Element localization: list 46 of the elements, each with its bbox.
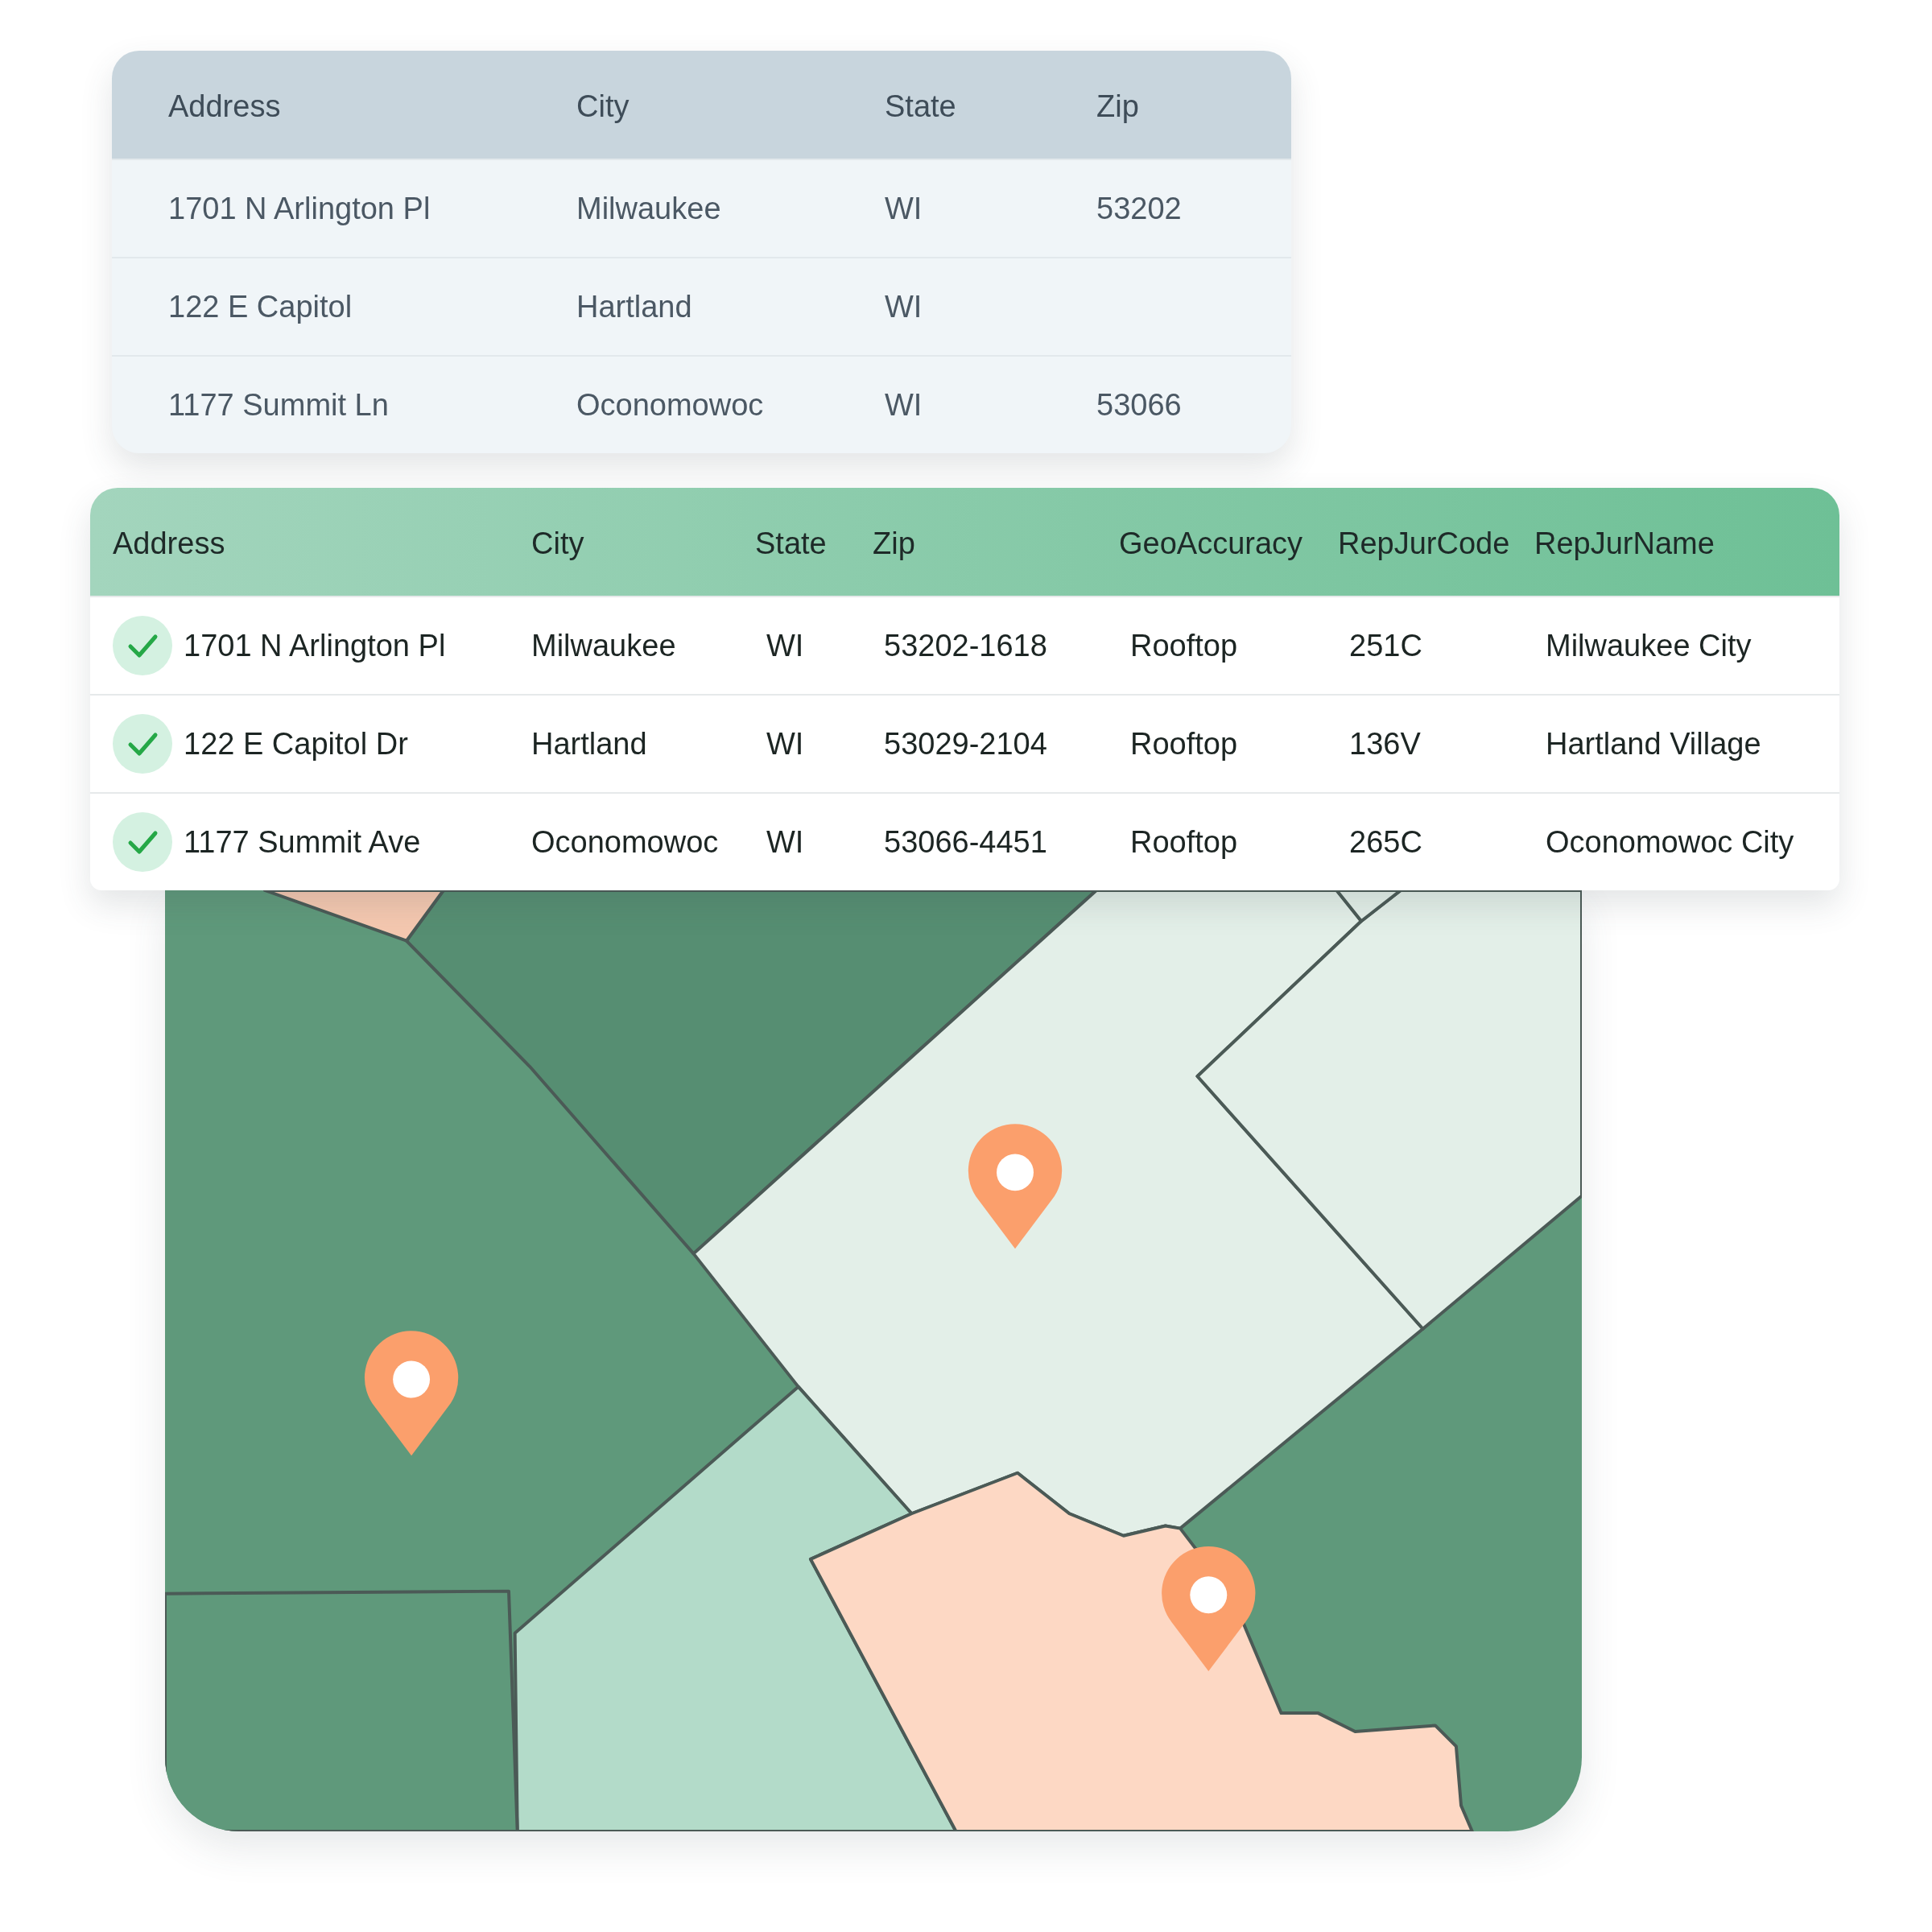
table-cell-text: WI [766,726,805,762]
table-cell-text: Oconomowoc [576,387,765,423]
table-cell-text: Hartland [531,726,648,762]
table-cell-text: WI [885,387,923,423]
table-cell-text: Oconomowoc City [1545,824,1795,860]
table-cell: 1701 N Arlington Pl [184,628,446,663]
table-cell-text: WI [885,289,923,324]
table-cell-text: Rooftop [1129,628,1239,663]
column-header: State [885,88,957,124]
table-cell-text: 53202-1618 [883,628,1048,663]
table-cell-text: 53066 [1096,387,1183,423]
column-header: Zip [1096,88,1140,124]
table-cell-text: 136V [1348,726,1422,762]
table-cell-text: 251C [1348,628,1423,663]
column-header: RepJurName [1534,525,1715,561]
table-cell-text: Hartland Village [1545,726,1762,762]
table-cell-text: WI [885,191,923,226]
table-cell-text: Hartland [576,289,693,324]
table-cell-text: Milwaukee City [1545,628,1752,663]
table-cell-text: 1177 Summit Ln [168,387,390,423]
column-header: City [531,525,585,561]
table-cell-text: 122 E Capitol [168,289,353,324]
table-cell-text: 53202 [1096,191,1183,226]
map-pin-icon [968,1124,1063,1249]
table-cell-text: WI [766,824,805,860]
map-pin-icon [364,1331,459,1456]
table-cell-text: Milwaukee [576,191,722,226]
map-pin-icon [1162,1546,1256,1672]
table-cell-text: Milwaukee [531,628,677,663]
column-header: RepJurCode [1338,525,1511,561]
table-cell-text: 265C [1348,824,1423,860]
table-cell-text: 53029-2104 [883,726,1048,762]
column-header: Zip [873,525,916,561]
table-cell-text: Rooftop [1129,824,1239,860]
table-cell: 122 E Capitol Dr [184,726,408,762]
table-cell-text: WI [766,628,805,663]
column-header: City [576,88,630,124]
table-cell-text: 53066-4451 [883,824,1048,860]
column-header: GeoAccuracy [1119,525,1304,561]
column-header: Address [113,525,226,561]
table-cell: 1177 Summit Ave [184,824,421,860]
column-header: State [755,525,828,561]
table-cell-text: 1701 N Arlington Pl [168,191,431,226]
column-header: Address [168,88,282,124]
table-cell-text: Rooftop [1129,726,1239,762]
table-cell-text: Oconomowoc [531,824,720,860]
